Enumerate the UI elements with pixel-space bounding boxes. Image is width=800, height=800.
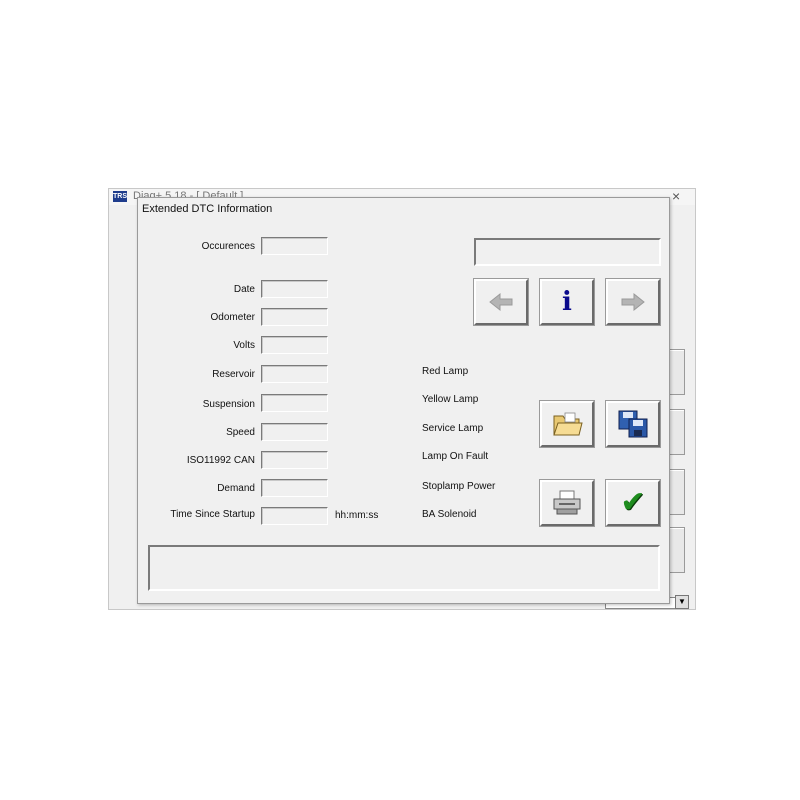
reservoir-field[interactable] xyxy=(261,365,328,383)
floppy-disks-icon xyxy=(618,410,648,438)
info-icon: i xyxy=(562,287,572,317)
dialog-title: Extended DTC Information xyxy=(142,203,273,215)
occurences-label: Occurences xyxy=(201,241,255,252)
message-box xyxy=(148,545,660,591)
close-icon[interactable]: × xyxy=(672,188,680,204)
time-since-startup-label: Time Since Startup xyxy=(170,509,255,520)
ba-solenoid-label: BA Solenoid xyxy=(422,509,477,520)
reservoir-label: Reservoir xyxy=(212,369,255,380)
speed-label: Speed xyxy=(226,427,255,438)
suspension-label: Suspension xyxy=(202,399,255,410)
arrow-right-icon xyxy=(621,292,645,312)
speed-field[interactable] xyxy=(261,423,328,441)
chevron-down-icon[interactable]: ▼ xyxy=(675,595,689,609)
stoplamp-power-label: Stoplamp Power xyxy=(422,481,496,492)
occurences-field[interactable] xyxy=(261,237,328,255)
demand-field[interactable] xyxy=(261,479,328,497)
volts-field[interactable] xyxy=(261,336,328,354)
printer-icon xyxy=(553,490,581,515)
iso11992-can-field[interactable] xyxy=(261,451,328,469)
date-field[interactable] xyxy=(261,280,328,298)
odometer-label: Odometer xyxy=(210,312,255,323)
save-button[interactable] xyxy=(605,400,661,448)
demand-label: Demand xyxy=(217,483,255,494)
service-lamp-label: Service Lamp xyxy=(422,423,484,434)
time-since-startup-field[interactable] xyxy=(261,507,328,525)
red-lamp-label: Red Lamp xyxy=(422,366,469,377)
time-unit-label: hh:mm:ss xyxy=(335,510,379,521)
app-logo: TRS xyxy=(113,191,127,202)
extended-dtc-dialog: Extended DTC Information Occurences Date… xyxy=(137,197,670,604)
previous-button[interactable] xyxy=(473,278,529,326)
odometer-field[interactable] xyxy=(261,308,328,326)
volts-label: Volts xyxy=(233,340,255,351)
next-button[interactable] xyxy=(605,278,661,326)
print-button[interactable] xyxy=(539,479,595,527)
open-button[interactable] xyxy=(539,400,595,448)
ok-button[interactable]: ✔ xyxy=(605,479,661,527)
arrow-left-icon xyxy=(489,292,513,312)
date-label: Date xyxy=(233,284,255,295)
folder-icon xyxy=(553,412,583,436)
suspension-field[interactable] xyxy=(261,394,328,412)
dtc-description-field[interactable] xyxy=(474,238,661,266)
iso11992-can-label: ISO11992 CAN xyxy=(186,455,255,466)
yellow-lamp-label: Yellow Lamp xyxy=(422,394,479,405)
info-button[interactable]: i xyxy=(539,278,595,326)
checkmark-icon: ✔ xyxy=(620,485,646,520)
lamp-on-fault-label: Lamp On Fault xyxy=(422,451,489,462)
